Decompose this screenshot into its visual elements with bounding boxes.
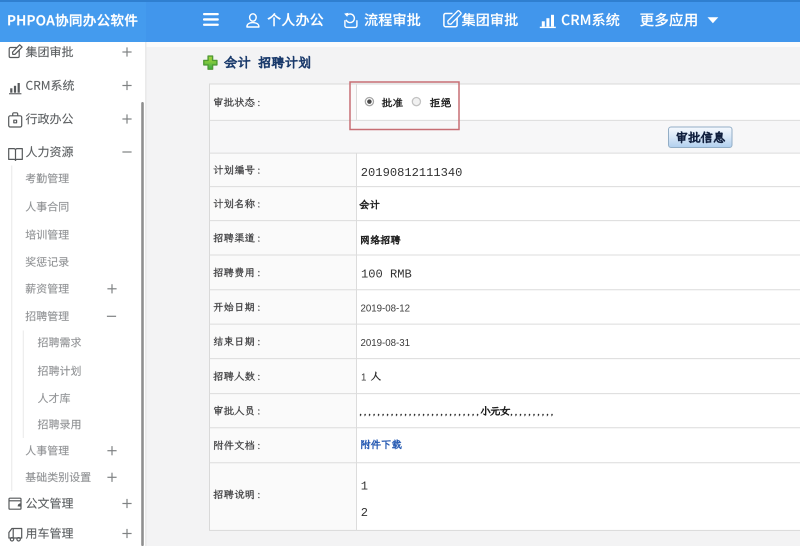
svg-text:100 RMB: 100 RMB <box>361 268 412 282</box>
svg-text:1: 1 <box>361 373 366 384</box>
svg-text:2: 2 <box>361 506 368 520</box>
svg-text:1: 1 <box>361 480 368 494</box>
svg-text:2019-08-31: 2019-08-31 <box>361 338 411 349</box>
svg-text:20190812111340: 20190812111340 <box>361 166 463 180</box>
svg-text:2019-08-12: 2019-08-12 <box>361 303 411 314</box>
